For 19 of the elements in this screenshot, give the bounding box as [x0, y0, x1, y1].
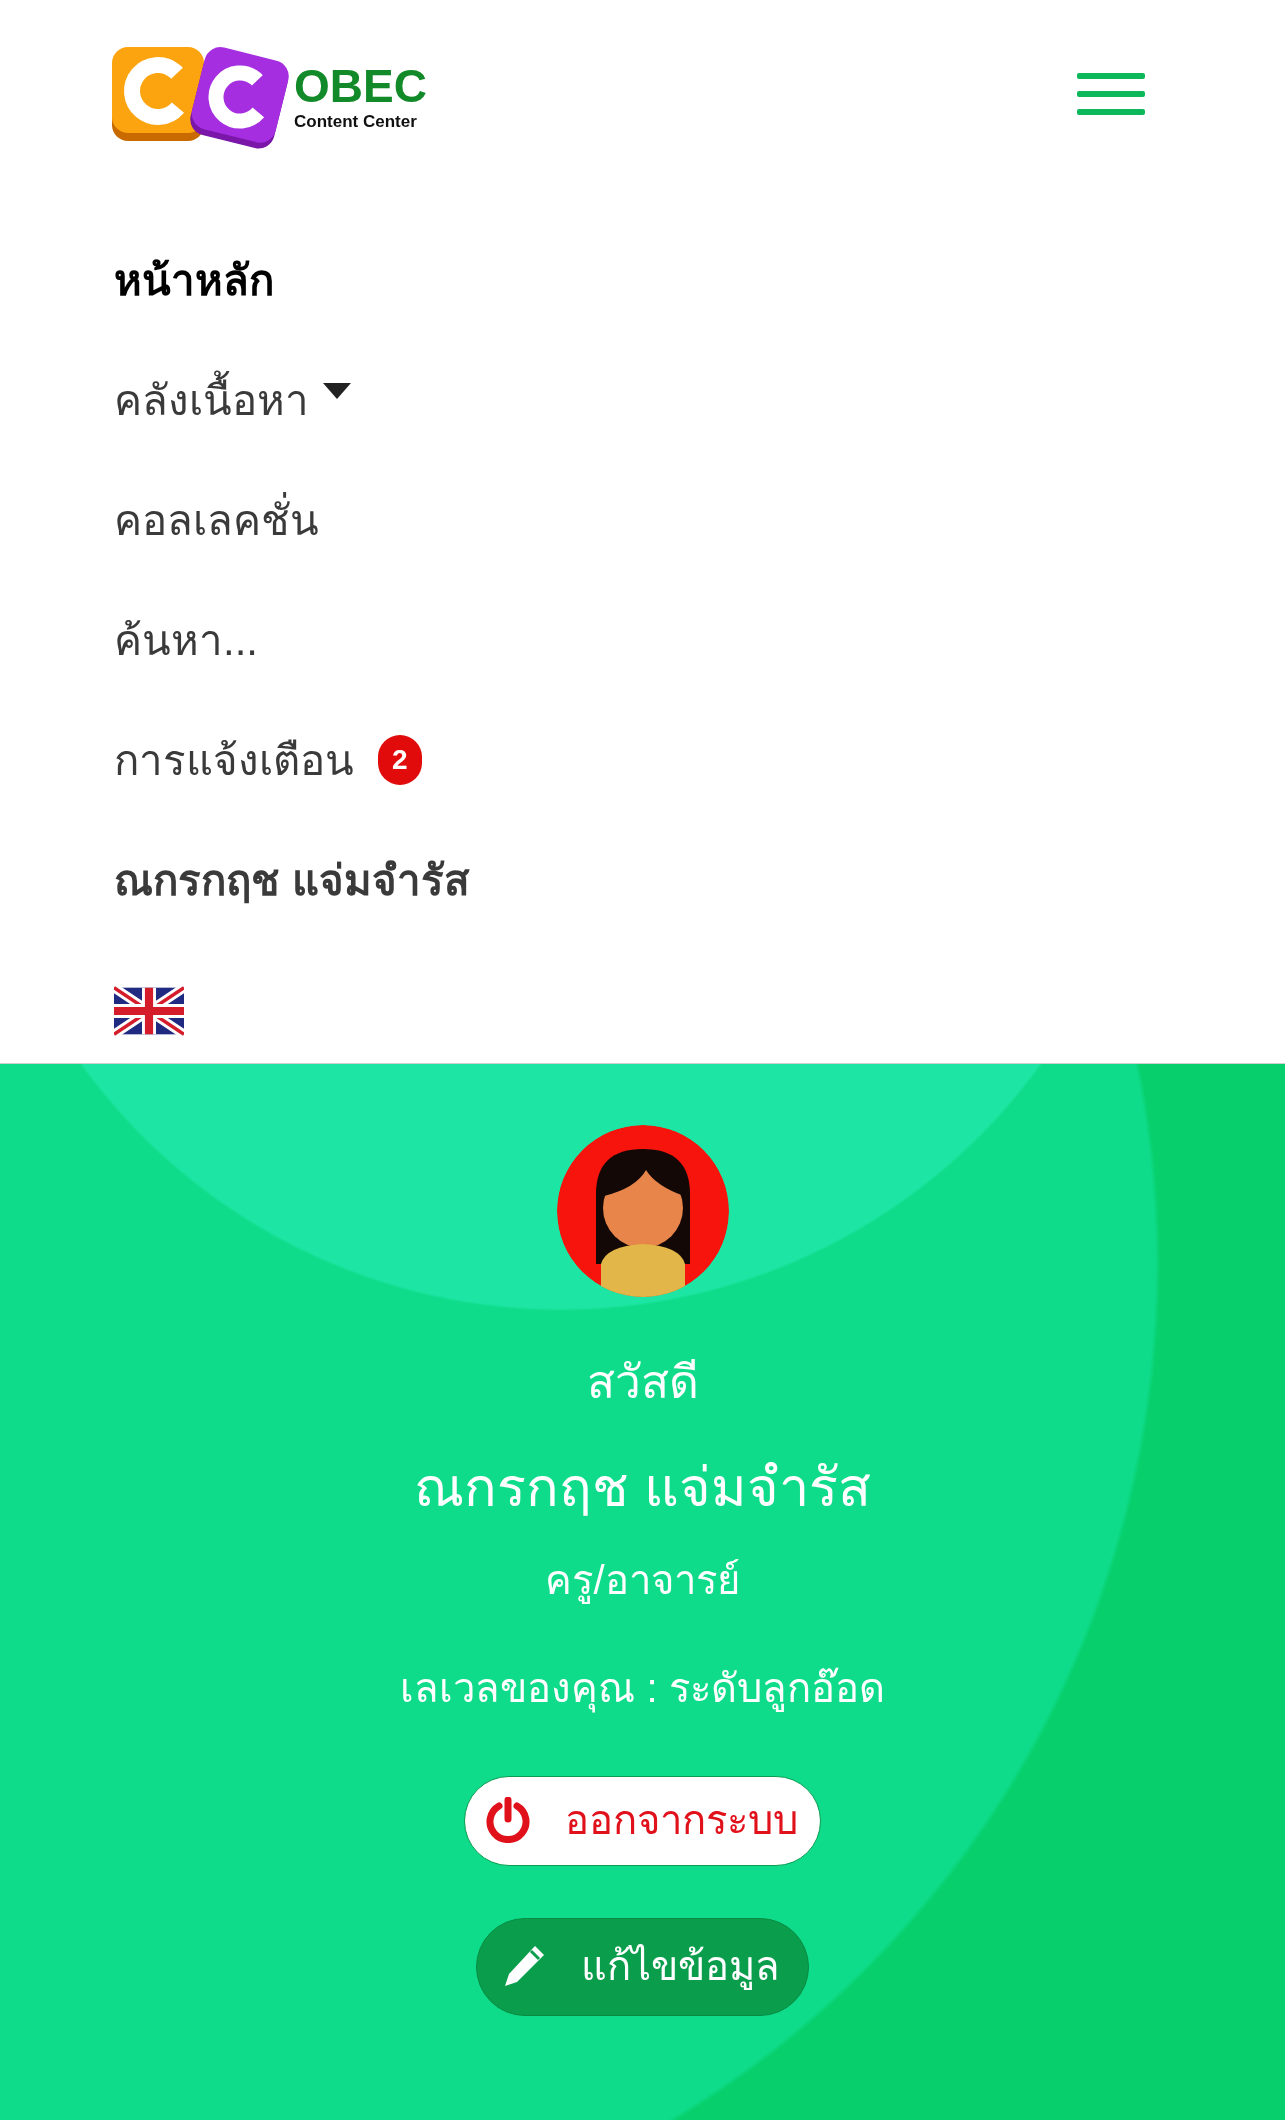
logo[interactable]: OBEC Content Center — [110, 45, 427, 153]
level-text: เลเวลของคุณ : ระดับลูกอ๊อด — [400, 1658, 885, 1718]
edit-button[interactable]: แก้ไขข้อมูล — [476, 1918, 809, 2016]
flag-icon[interactable] — [114, 985, 184, 1036]
user-menu-link[interactable]: ณกรกฤช แจ่มจำรัส — [114, 820, 470, 940]
nav-link[interactable]: คลังเนื้อหา — [114, 340, 351, 460]
notification-badge: 2 — [378, 735, 422, 785]
logo-title: OBEC — [294, 63, 427, 110]
greeting-text: สวัสดี — [586, 1355, 699, 1410]
nav-link[interactable]: หน้าหลัก — [114, 220, 274, 340]
nav-link[interactable]: คอลเลคชั่น — [114, 460, 319, 580]
logo-subtitle: Content Center — [294, 111, 418, 134]
caret-icon — [323, 383, 351, 399]
logout-button[interactable]: ออกจากระบบ — [464, 1776, 821, 1866]
user-name: ณกรกฤช แจ่มจำรัส — [414, 1456, 871, 1519]
nav-link[interactable]: ค้นหา... — [114, 580, 258, 700]
nav-link[interactable]: การแจ้งเตือน — [114, 700, 354, 820]
user-role: ครู/อาจารย์ — [545, 1557, 740, 1606]
power-icon — [485, 1797, 531, 1843]
